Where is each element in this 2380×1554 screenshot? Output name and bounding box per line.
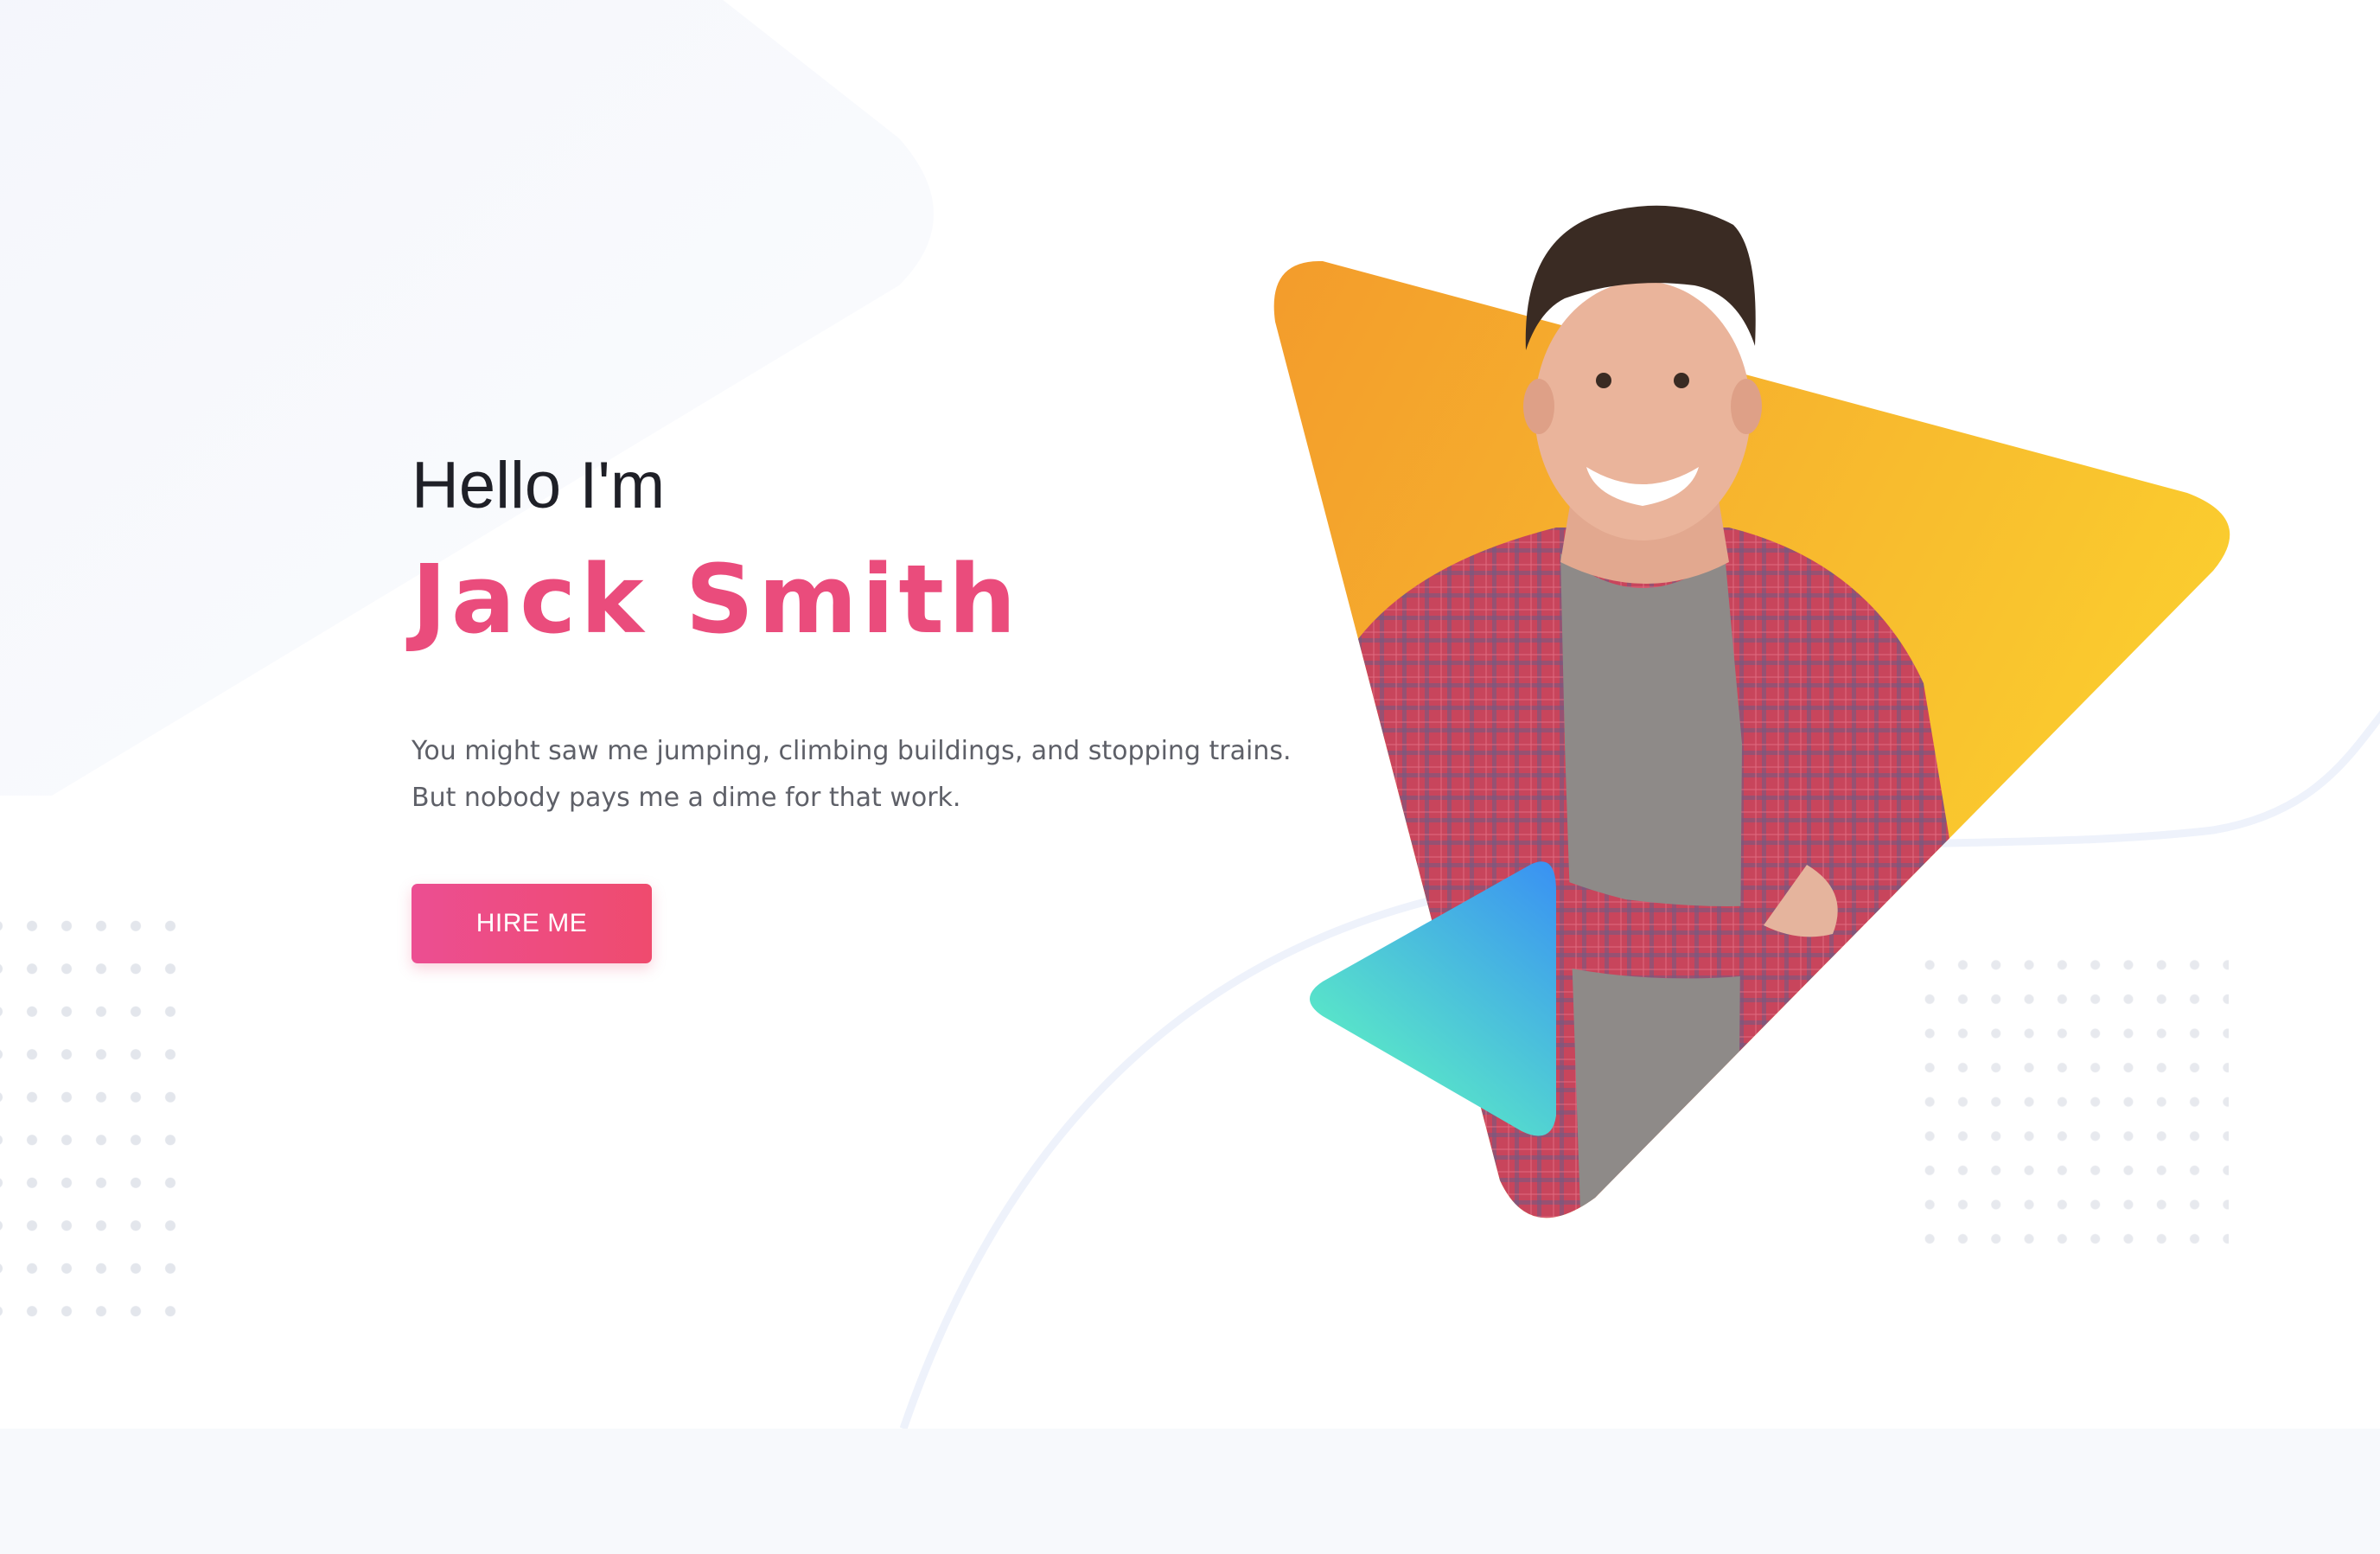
- next-section-band: [0, 1429, 2380, 1554]
- background-blob-shape: [0, 0, 934, 796]
- hire-me-button[interactable]: HIRE ME: [412, 884, 652, 963]
- hero-description-line-2: But nobody pays me a dime for that work.: [412, 783, 961, 813]
- hero-greeting: Hello I'm: [412, 449, 666, 522]
- hero-description: You might saw me jumping, climbing build…: [412, 728, 1362, 822]
- dot-pattern-left: [0, 905, 188, 1333]
- hero-name: Jack Smith: [412, 544, 1021, 655]
- dot-pattern-right: [1913, 948, 2229, 1256]
- hero-description-line-1: You might saw me jumping, climbing build…: [412, 736, 1292, 766]
